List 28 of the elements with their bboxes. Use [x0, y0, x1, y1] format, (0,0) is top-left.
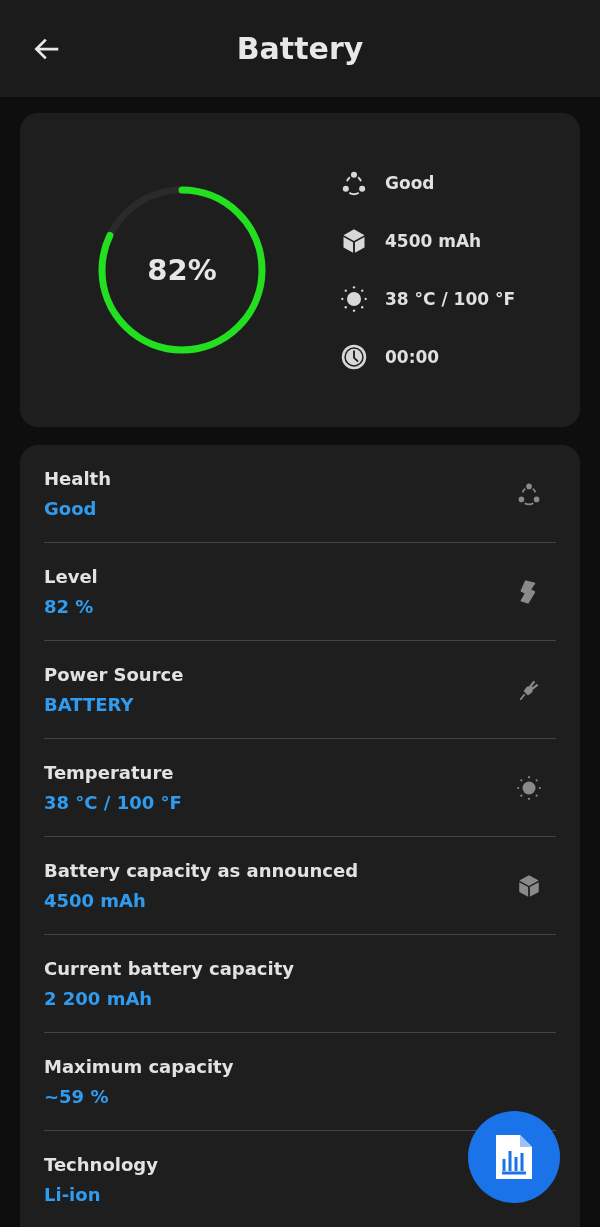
stat-value: 4500 mAh [385, 231, 482, 251]
detail-value: ~59 % [44, 1086, 110, 1107]
detail-value: 38 °C / 100 °F [44, 792, 182, 813]
detail-value: 82 % [44, 596, 95, 617]
detail-label: Maximum capacity [44, 1056, 234, 1077]
stat-value: Good [385, 173, 435, 193]
chart-document-icon [494, 1133, 534, 1181]
detail-value: 4500 mAh [44, 890, 147, 911]
detail-label: Temperature [44, 762, 175, 783]
detail-label: Battery capacity as announced [44, 860, 359, 881]
stat-value: 38 °C / 100 °F [385, 289, 516, 309]
sun-icon [516, 774, 542, 801]
detail-value: Good [44, 498, 98, 519]
detail-label: Technology [44, 1154, 158, 1175]
detail-label: Current battery capacity [44, 958, 295, 979]
sun-icon [340, 285, 368, 313]
clock-icon [340, 343, 368, 371]
detail-label: Health [44, 468, 111, 489]
detail-value: 2 200 mAh [44, 988, 154, 1009]
circle-nodes-icon [340, 169, 368, 197]
detail-value: BATTERY [44, 694, 135, 715]
detail-label: Level [44, 566, 98, 587]
battery-percent: 82% [147, 253, 217, 287]
page-title: Battery [236, 31, 364, 66]
stat-value: 00:00 [385, 347, 440, 367]
cube-icon [516, 872, 542, 899]
detail-label: Power Source [44, 664, 184, 685]
detail-value: Li-ion [44, 1184, 102, 1205]
